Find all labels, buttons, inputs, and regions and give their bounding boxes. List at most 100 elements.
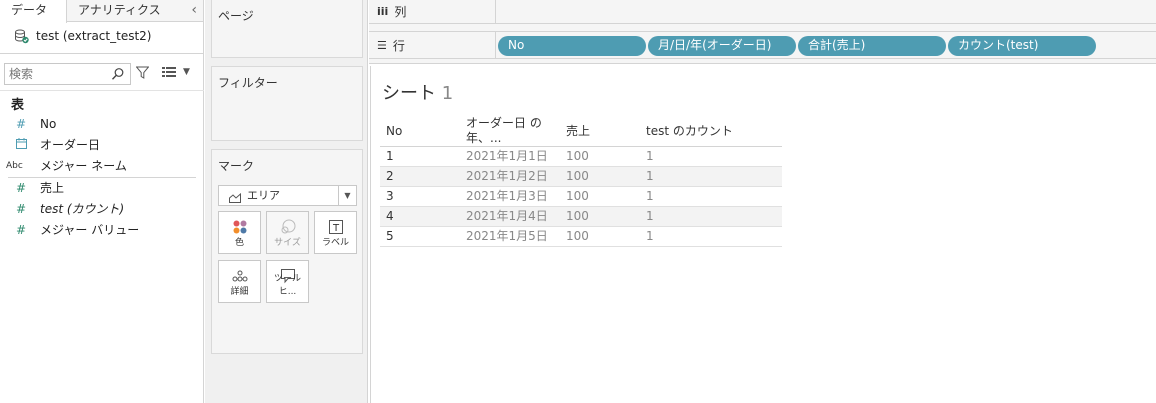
column-header[interactable]: オーダー日 の年、...: [460, 116, 560, 147]
search-box: [4, 63, 131, 85]
color-label: 色: [234, 238, 244, 248]
column-header[interactable]: No: [380, 116, 460, 147]
tab-analytics[interactable]: アナリティクス: [78, 0, 161, 22]
table-row: 2 2021年1月2日 100 1: [380, 166, 782, 187]
search-row: ▼: [0, 53, 204, 91]
table-cell[interactable]: 4: [380, 206, 460, 227]
pages-card[interactable]: ページ: [211, 0, 363, 58]
field-label: No: [40, 117, 57, 131]
table-cell[interactable]: 2021年1月4日: [460, 206, 560, 227]
field-label: オーダー日: [40, 138, 101, 152]
label-label: ラベル: [321, 238, 349, 248]
search-icon[interactable]: [111, 67, 125, 81]
svg-text:T: T: [331, 223, 339, 234]
table-row: 4 2021年1月4日 100 1: [380, 206, 782, 227]
cards-pane: ページ フィルター マーク エリア ▼ 色 サイズ T ラベル 詳細 ツールヒ.…: [205, 0, 368, 403]
rows-shelf-label: ☰ 行: [377, 37, 405, 54]
data-pane: データ アナリティクス ‹ test (extract_test2) 検索 ▼ …: [0, 0, 204, 403]
columns-icon: iii: [377, 5, 389, 18]
field-label: メジャー ネーム: [40, 159, 127, 173]
table-cell[interactable]: 1: [380, 146, 460, 167]
columns-label: 列: [394, 5, 407, 19]
detail-icon: [219, 268, 260, 284]
marks-title: マーク: [218, 159, 255, 173]
datasource-name: test (extract_test2): [36, 29, 152, 43]
color-icon: [219, 219, 260, 235]
table-cell[interactable]: 3: [380, 186, 460, 207]
area-chart-icon: [229, 190, 241, 209]
field-no[interactable]: # No: [0, 114, 204, 135]
columns-shelf[interactable]: iii 列: [369, 0, 1156, 24]
pill-order-date[interactable]: 月/日/年(オーダー日): [648, 36, 796, 56]
number-icon: #: [16, 223, 27, 237]
columns-shelf-label: iii 列: [377, 3, 406, 20]
tab-data[interactable]: データ: [0, 0, 67, 23]
view-options-icon[interactable]: [162, 67, 176, 81]
table-cell[interactable]: 2: [380, 166, 460, 187]
field-test-count[interactable]: # test (カウント): [0, 199, 204, 220]
sheet-title: シート 1: [382, 79, 453, 105]
pill-sum-sales[interactable]: 合計(売上): [798, 36, 946, 56]
table-cell[interactable]: 100: [560, 146, 640, 167]
rows-label: 行: [392, 39, 405, 53]
chevron-down-icon: ▼: [338, 186, 356, 205]
field-measure-values[interactable]: # メジャー バリュー: [0, 220, 204, 241]
table-cell[interactable]: 100: [560, 166, 640, 187]
field-sales[interactable]: # 売上: [0, 178, 204, 199]
pill-no[interactable]: No: [498, 36, 646, 56]
filter-icon[interactable]: [135, 66, 150, 82]
table-cell[interactable]: 1: [640, 186, 782, 207]
shelves: iii 列 ☰ 行 No 月/日/年(オーダー日) 合計(売上) カウント(te…: [369, 0, 1156, 64]
date-icon: [0, 135, 27, 156]
marks-card: マーク エリア ▼ 色 サイズ T ラベル 詳細 ツールヒ...: [211, 149, 363, 354]
chevron-left-icon[interactable]: ‹: [191, 0, 197, 22]
table-cell[interactable]: 2021年1月2日: [460, 166, 560, 187]
size-icon: [267, 219, 308, 235]
table-row: 5 2021年1月5日 100 1: [380, 226, 782, 247]
table-cell[interactable]: 2021年1月5日: [460, 226, 560, 247]
detail-button[interactable]: 詳細: [218, 260, 261, 303]
table-cell[interactable]: 100: [560, 226, 640, 247]
label-icon: T: [315, 219, 356, 235]
table-cell[interactable]: 2021年1月1日: [460, 146, 560, 167]
table-header-row: No オーダー日 の年、... 売上 test のカウント: [380, 116, 782, 147]
sheet-title-number: 1: [441, 83, 454, 104]
field-order-date[interactable]: オーダー日: [0, 135, 204, 156]
size-button[interactable]: サイズ: [266, 211, 309, 254]
table-cell[interactable]: 100: [560, 186, 640, 207]
pages-title: ページ: [218, 9, 254, 23]
table-cell[interactable]: 1: [640, 206, 782, 227]
abc-icon: Abc: [6, 161, 23, 171]
color-button[interactable]: 色: [218, 211, 261, 254]
label-button[interactable]: T ラベル: [314, 211, 357, 254]
chevron-down-icon[interactable]: ▼: [183, 67, 190, 77]
column-header[interactable]: 売上: [560, 116, 640, 147]
table-cell[interactable]: 1: [640, 166, 782, 187]
column-header[interactable]: test のカウント: [640, 116, 782, 147]
field-label: test (カウント): [40, 202, 125, 216]
tooltip-button[interactable]: ツールヒ...: [266, 260, 309, 303]
mark-type-select[interactable]: エリア ▼: [218, 185, 357, 206]
table-cell[interactable]: 5: [380, 226, 460, 247]
tooltip-label: ツールヒ...: [273, 274, 301, 297]
worksheet-view: シート 1 No オーダー日 の年、... 売上 test のカウント 1 20…: [370, 66, 1156, 403]
table-cell[interactable]: 2021年1月3日: [460, 186, 560, 207]
table-row: 1 2021年1月1日 100 1: [380, 146, 782, 167]
pill-count-test[interactable]: カウント(test): [948, 36, 1096, 56]
mark-type-label: エリア: [247, 189, 280, 202]
divider: [495, 32, 496, 58]
number-icon: #: [16, 202, 27, 216]
datasource-icon: [14, 28, 30, 44]
number-icon: #: [16, 117, 27, 131]
table-cell[interactable]: 1: [640, 226, 782, 247]
table-heading: 表: [11, 98, 25, 113]
filters-card[interactable]: フィルター: [211, 66, 363, 141]
field-label: 売上: [40, 181, 65, 195]
table-cell[interactable]: 100: [560, 206, 640, 227]
field-measure-names[interactable]: Abc メジャー ネーム: [0, 156, 204, 177]
datasource-item[interactable]: test (extract_test2): [14, 26, 151, 46]
search-input[interactable]: [5, 64, 105, 84]
rows-shelf[interactable]: ☰ 行 No 月/日/年(オーダー日) 合計(売上) カウント(test): [369, 31, 1156, 59]
detail-label: 詳細: [230, 287, 249, 297]
table-cell[interactable]: 1: [640, 146, 782, 167]
